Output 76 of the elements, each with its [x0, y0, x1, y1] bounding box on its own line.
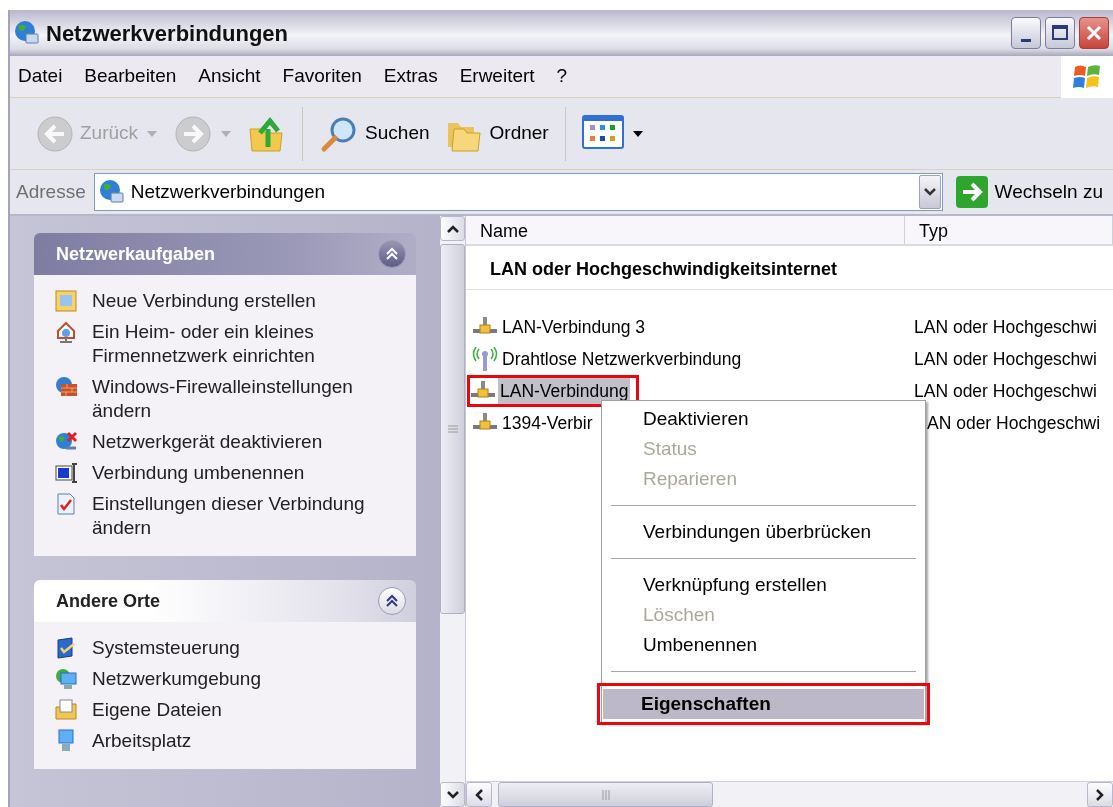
chevron-down-icon: [445, 789, 460, 800]
scroll-up-button[interactable]: [440, 216, 465, 241]
minimize-button[interactable]: [1011, 17, 1041, 49]
double-chevron-up-icon: [385, 594, 399, 608]
scroll-thumb[interactable]: [440, 244, 465, 614]
connection-wizard-icon: [54, 289, 78, 313]
menu-item[interactable]: Favoriten: [274, 60, 370, 93]
task-link[interactable]: Einstellungen dieser Verbindung ändern: [92, 492, 382, 540]
documents-folder-icon: [54, 698, 78, 722]
pane-title: Netzwerkaufgaben: [56, 242, 216, 266]
grip-icon: [601, 789, 610, 800]
scroll-right-button[interactable]: [1087, 782, 1113, 807]
menu-item[interactable]: Verbindungen überbrücken: [605, 517, 922, 547]
rename-icon: [54, 461, 78, 485]
menu-item[interactable]: Deaktivieren: [605, 404, 922, 434]
checked-document-icon: [54, 492, 78, 516]
column-header[interactable]: Name: [466, 216, 905, 244]
collapse-button[interactable]: [378, 587, 406, 615]
dropdown-button[interactable]: [918, 175, 941, 209]
menu-item[interactable]: Datei: [10, 60, 71, 93]
task-link[interactable]: Ein Heim- oder ein kleines Firmennetzwerk einrichten: [92, 320, 382, 368]
menu-item[interactable]: Erweitert: [451, 60, 543, 93]
collapse-button[interactable]: [378, 240, 406, 268]
grip-icon: [447, 425, 458, 433]
chevron-down-icon: [922, 187, 937, 197]
address-label: Adresse: [16, 179, 86, 204]
menu-item[interactable]: Verknüpfung erstellen: [605, 570, 922, 600]
address-field[interactable]: Netzwerkverbindungen: [93, 173, 943, 211]
home-network-icon: [54, 320, 78, 344]
item-name[interactable]: LAN-Verbindung: [498, 377, 631, 405]
chevron-up-icon: [445, 223, 460, 234]
network-globe-icon: [14, 20, 40, 46]
menu-item[interactable]: Eigenschaften: [603, 689, 924, 719]
item-type: LAN oder Hochgeschwi: [914, 315, 1097, 339]
menu-item[interactable]: Bearbeiten: [76, 60, 185, 93]
double-chevron-up-icon: [385, 247, 399, 261]
task-link[interactable]: Systemsteuerung: [92, 636, 240, 660]
maximize-button[interactable]: [1045, 17, 1075, 49]
search-button[interactable]: Suchen: [315, 112, 434, 155]
item-name[interactable]: Drahtlose Netzwerkverbindung: [500, 345, 744, 373]
menu-item[interactable]: Extras: [375, 60, 446, 93]
task-link[interactable]: Neue Verbindung erstellen: [92, 289, 316, 313]
item-type: LAN oder Hochgeschwi: [914, 347, 1097, 371]
close-icon: [1085, 24, 1103, 42]
item-name[interactable]: LAN-Verbindung 3: [500, 313, 648, 341]
maximize-icon: [1051, 24, 1069, 42]
task-link[interactable]: Windows-Firewalleinstellungen ändern: [92, 375, 382, 423]
network-computer-icon: [54, 667, 78, 691]
scroll-left-button[interactable]: [466, 782, 492, 807]
go-button[interactable]: Wechseln zu: [950, 175, 1107, 209]
group-heading: LAN oder Hochgeschwindigkeitsinternet: [466, 246, 1113, 290]
menu-item[interactable]: Ansicht: [190, 60, 269, 93]
folders-button[interactable]: Ordner: [439, 112, 553, 155]
item-type: LAN oder Hochgeschwi: [914, 379, 1097, 403]
minimize-icon: [1021, 38, 1031, 42]
task-link[interactable]: Verbindung umbenennen: [92, 461, 305, 485]
scroll-down-button[interactable]: [440, 782, 465, 807]
task-link[interactable]: Eigene Dateien: [92, 698, 222, 722]
item-type: AN oder Hochgeschwi: [926, 411, 1101, 435]
menu-item[interactable]: Umbenennen: [605, 630, 922, 660]
close-button[interactable]: [1079, 17, 1109, 49]
chevron-right-icon: [1095, 787, 1105, 802]
item-name[interactable]: 1394-Verbir: [500, 409, 595, 437]
network-globe-icon: [98, 179, 125, 205]
windows-flag-icon: [1072, 62, 1102, 91]
task-link[interactable]: Netzwerkgerät deaktivieren: [92, 430, 323, 454]
pane-title: Andere Orte: [56, 589, 161, 613]
chevron-left-icon: [474, 787, 484, 802]
wireless-antenna-icon: [472, 347, 498, 371]
column-header[interactable]: Typ: [905, 216, 1113, 244]
task-link[interactable]: Netzwerkumgebung: [92, 667, 261, 691]
firewall-icon: [54, 375, 78, 399]
window-title: Netzwerkverbindungen: [46, 19, 289, 48]
scroll-thumb[interactable]: [498, 782, 713, 807]
task-link[interactable]: Arbeitsplatz: [92, 729, 192, 753]
menu-item[interactable]: ?: [548, 60, 576, 93]
